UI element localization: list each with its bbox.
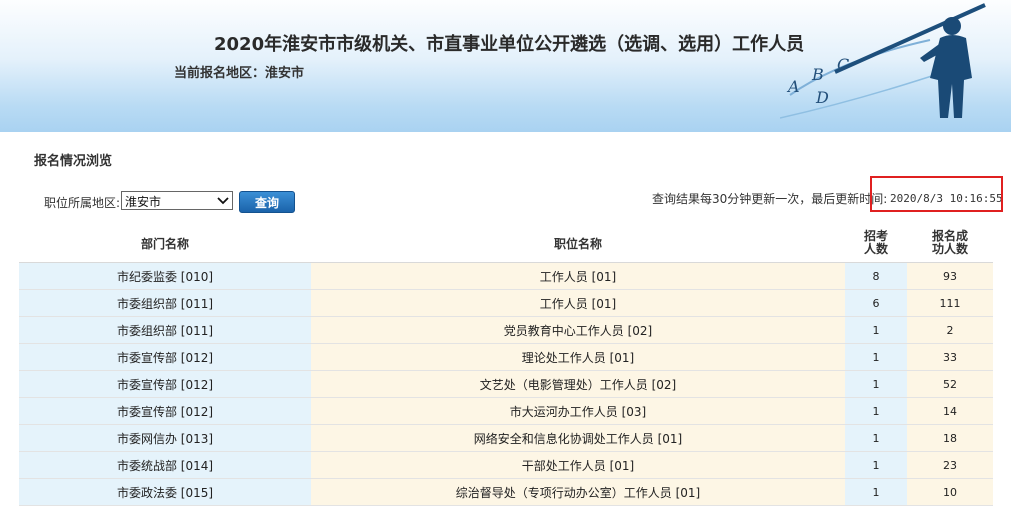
table-row: 市委政法委 [015] 综治督导处（专项行动办公室）工作人员 [01] 1 10 bbox=[19, 478, 993, 506]
cell-position: 网络安全和信息化协调处工作人员 [01] bbox=[311, 424, 845, 452]
query-button[interactable]: 查询 bbox=[239, 191, 295, 213]
cell-applicants: 14 bbox=[907, 397, 993, 425]
cell-department: 市委宣传部 [012] bbox=[19, 370, 311, 398]
deco-letter-d: D bbox=[815, 88, 829, 107]
cell-position: 党员教育中心工作人员 [02] bbox=[311, 316, 845, 344]
cell-quota: 1 bbox=[845, 424, 907, 452]
header-illustration: A B C D bbox=[780, 3, 986, 119]
cell-department: 市委宣传部 [012] bbox=[19, 397, 311, 425]
cell-applicants: 33 bbox=[907, 343, 993, 371]
table-row: 市委宣传部 [012] 文艺处（电影管理处）工作人员 [02] 1 52 bbox=[19, 370, 993, 398]
col-header-quota-label: 招考人数 bbox=[863, 229, 888, 256]
cell-applicants: 93 bbox=[907, 262, 993, 290]
cell-position: 理论处工作人员 [01] bbox=[311, 343, 845, 371]
update-note: 查询结果每30分钟更新一次，最后更新时间: bbox=[652, 192, 888, 206]
col-header-applicants: 报名成功人数 bbox=[907, 224, 993, 263]
table-row: 市委宣传部 [012] 市大运河办工作人员 [03] 1 14 bbox=[19, 397, 993, 425]
cell-applicants: 18 bbox=[907, 424, 993, 452]
deco-letter-c: C bbox=[837, 55, 849, 74]
highlight-box bbox=[870, 176, 1003, 212]
cell-quota: 1 bbox=[845, 316, 907, 344]
table-row: 市委网信办 [013] 网络安全和信息化协调处工作人员 [01] 1 18 bbox=[19, 424, 993, 452]
cell-applicants: 10 bbox=[907, 478, 993, 506]
current-region-label: 当前报名地区：淮安市 bbox=[174, 66, 305, 81]
cell-quota: 1 bbox=[845, 343, 907, 371]
cell-quota: 1 bbox=[845, 451, 907, 479]
cell-department: 市委统战部 [014] bbox=[19, 451, 311, 479]
cell-applicants: 52 bbox=[907, 370, 993, 398]
cell-position: 工作人员 [01] bbox=[311, 289, 845, 317]
cell-applicants: 23 bbox=[907, 451, 993, 479]
cell-department: 市纪委监委 [010] bbox=[19, 262, 311, 290]
cell-quota: 1 bbox=[845, 478, 907, 506]
cell-department: 市委组织部 [011] bbox=[19, 289, 311, 317]
col-header-position: 职位名称 bbox=[311, 224, 845, 263]
cell-quota: 1 bbox=[845, 370, 907, 398]
cell-quota: 6 bbox=[845, 289, 907, 317]
col-header-quota: 招考人数 bbox=[845, 224, 907, 263]
deco-letter-b: B bbox=[811, 65, 824, 84]
cell-position: 市大运河办工作人员 [03] bbox=[311, 397, 845, 425]
chevron-down-icon bbox=[217, 197, 229, 205]
cell-position: 综治督导处（专项行动办公室）工作人员 [01] bbox=[311, 478, 845, 506]
cell-quota: 8 bbox=[845, 262, 907, 290]
region-filter-label: 职位所属地区: bbox=[44, 196, 121, 210]
cell-department: 市委宣传部 [012] bbox=[19, 343, 311, 371]
table-row: 市委组织部 [011] 工作人员 [01] 6 111 bbox=[19, 289, 993, 317]
col-header-applicants-label: 报名成功人数 bbox=[931, 229, 968, 256]
cell-department: 市委网信办 [013] bbox=[19, 424, 311, 452]
registration-table: 部门名称 职位名称 招考人数 报名成功人数 市纪委监委 [010] 工作人员 [0… bbox=[19, 224, 993, 506]
table-row: 市委统战部 [014] 干部处工作人员 [01] 1 23 bbox=[19, 451, 993, 479]
cell-department: 市委政法委 [015] bbox=[19, 478, 311, 506]
region-select[interactable]: 淮安市 bbox=[121, 191, 233, 210]
table-row: 市纪委监委 [010] 工作人员 [01] 8 93 bbox=[19, 262, 993, 290]
deco-letter-a: A bbox=[786, 77, 800, 96]
cell-applicants: 111 bbox=[907, 289, 993, 317]
cell-position: 干部处工作人员 [01] bbox=[311, 451, 845, 479]
cell-department: 市委组织部 [011] bbox=[19, 316, 311, 344]
cell-position: 工作人员 [01] bbox=[311, 262, 845, 290]
cell-position: 文艺处（电影管理处）工作人员 [02] bbox=[311, 370, 845, 398]
section-title: 报名情况浏览 bbox=[34, 154, 113, 169]
page-title: 2020年淮安市市级机关、市直事业单位公开遴选（选调、选用）工作人员 bbox=[214, 34, 805, 55]
col-header-department: 部门名称 bbox=[19, 224, 311, 263]
page-header: 2020年淮安市市级机关、市直事业单位公开遴选（选调、选用）工作人员 当前报名地… bbox=[0, 0, 1011, 132]
table-header-row: 部门名称 职位名称 招考人数 报名成功人数 bbox=[19, 224, 993, 263]
table-row: 市委宣传部 [012] 理论处工作人员 [01] 1 33 bbox=[19, 343, 993, 371]
cell-applicants: 2 bbox=[907, 316, 993, 344]
table-row: 市委组织部 [011] 党员教育中心工作人员 [02] 1 2 bbox=[19, 316, 993, 344]
cell-quota: 1 bbox=[845, 397, 907, 425]
region-select-value: 淮安市 bbox=[125, 195, 162, 209]
